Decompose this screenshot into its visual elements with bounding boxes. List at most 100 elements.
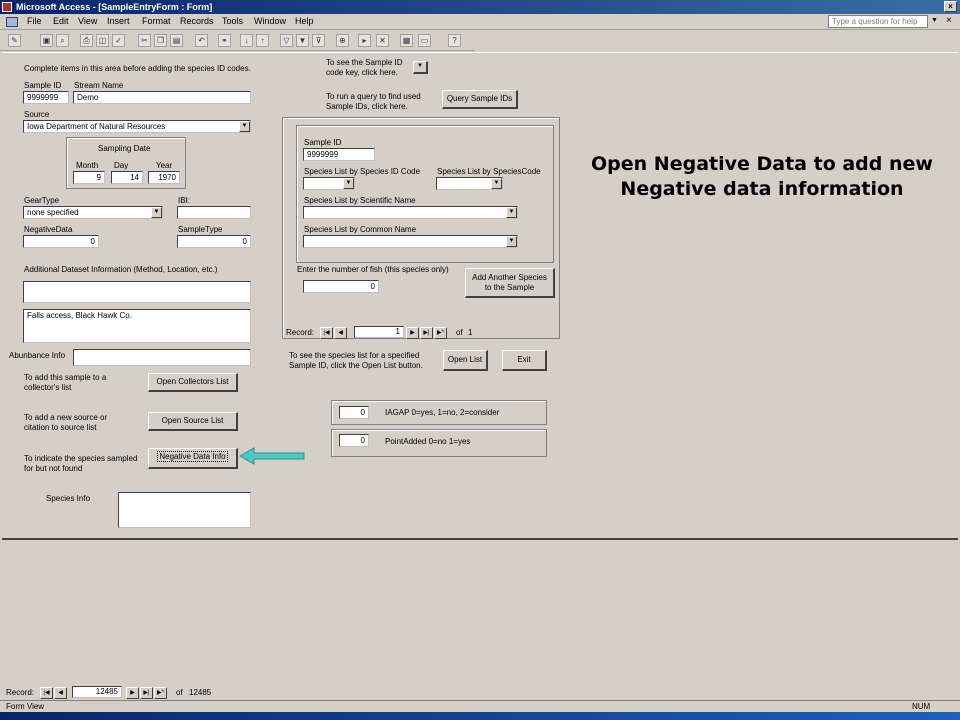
main-record-label: Record:: [6, 688, 35, 697]
open-list-text: To see the species list for a specified …: [289, 351, 423, 370]
location-field[interactable]: Falls access, Black Hawk Co.: [23, 309, 251, 343]
negative-data-info-button[interactable]: Negative Data Info: [148, 448, 238, 469]
sampletype-label: SampleType: [178, 225, 223, 234]
exit-button[interactable]: Exit: [502, 350, 547, 371]
by-id-code-combo[interactable]: ▼: [303, 177, 355, 190]
first-record-icon[interactable]: |◀: [320, 327, 333, 339]
new-record-nav-icon[interactable]: ▶*: [434, 327, 447, 339]
database-window-icon[interactable]: ▦: [400, 34, 413, 47]
previous-record-icon[interactable]: ◀: [54, 687, 67, 699]
status-bar: Form View NUM: [0, 700, 960, 712]
sort-ascending-icon[interactable]: ↓: [240, 34, 253, 47]
stream-name-field[interactable]: Demo: [73, 91, 251, 104]
paste-icon[interactable]: ▤: [170, 34, 183, 47]
iagap-field[interactable]: 0: [339, 406, 369, 419]
by-common-label: Species List by Common Name: [304, 225, 417, 234]
spelling-icon[interactable]: ✓: [112, 34, 125, 47]
filter-by-form-icon[interactable]: ▼: [296, 34, 309, 47]
open-source-list-button[interactable]: Open Source List: [148, 412, 238, 431]
new-object-icon[interactable]: ▭: [418, 34, 431, 47]
menu-window[interactable]: Window: [254, 16, 286, 26]
year-field[interactable]: 1970: [148, 171, 180, 184]
pointadded-field[interactable]: 0: [339, 434, 369, 447]
source-combo[interactable]: Iowa Department of Natural Resources ▼: [23, 120, 251, 133]
print-icon[interactable]: ⎙: [80, 34, 93, 47]
menu-file[interactable]: File: [27, 16, 42, 26]
find-icon[interactable]: ⊕: [336, 34, 349, 47]
last-record-icon[interactable]: ▶|: [140, 687, 153, 699]
main-record-current[interactable]: 12485: [72, 686, 122, 698]
view-icon[interactable]: ✎: [8, 34, 21, 47]
sub-record-total: 1: [468, 328, 473, 337]
by-common-combo[interactable]: ▼: [303, 235, 518, 248]
month-label: Month: [76, 161, 99, 170]
menu-format[interactable]: Format: [142, 16, 171, 26]
sub-record-current[interactable]: 1: [354, 326, 404, 338]
menu-view[interactable]: View: [78, 16, 97, 26]
chevron-down-icon[interactable]: ▼: [506, 236, 517, 247]
month-field[interactable]: 9: [73, 171, 105, 184]
negativedata-field[interactable]: 0: [23, 235, 99, 248]
form-area: Complete items in this area before addin…: [2, 52, 958, 540]
first-record-icon[interactable]: |◀: [40, 687, 53, 699]
geartype-value: none specified: [27, 208, 79, 217]
help-icon[interactable]: ?: [448, 34, 461, 47]
print-preview-icon[interactable]: ◫: [96, 34, 109, 47]
by-scientific-combo[interactable]: ▼: [303, 206, 518, 219]
query-sample-ids-button[interactable]: Query Sample IDs: [442, 90, 518, 109]
add-another-species-button[interactable]: Add Another Species to the Sample: [465, 268, 555, 298]
ibi-field[interactable]: [177, 206, 251, 219]
delete-record-icon[interactable]: ✕: [376, 34, 389, 47]
sample-id-field[interactable]: 9999999: [23, 91, 69, 104]
search-icon[interactable]: ⌕: [56, 34, 69, 47]
next-record-icon[interactable]: ▶: [126, 687, 139, 699]
menu-tools[interactable]: Tools: [222, 16, 243, 26]
abundance-field[interactable]: [73, 349, 251, 366]
close-form-icon[interactable]: ×: [946, 15, 952, 26]
geartype-label: GearType: [24, 196, 60, 205]
last-record-icon[interactable]: ▶|: [420, 327, 433, 339]
window-title: Microsoft Access - [SampleEntryForm : Fo…: [16, 2, 213, 12]
help-dropdown-icon[interactable]: ▼: [931, 17, 938, 24]
geartype-combo[interactable]: none specified ▼: [23, 206, 163, 219]
menu-records[interactable]: Records: [180, 16, 214, 26]
by-species-code-combo[interactable]: ▼: [436, 177, 503, 190]
chevron-down-icon[interactable]: ▼: [343, 178, 354, 189]
sampletype-field[interactable]: 0: [177, 235, 251, 248]
new-record-nav-icon[interactable]: ▶*: [154, 687, 167, 699]
new-record-icon[interactable]: ▸: [358, 34, 371, 47]
species-info-label: Species Info: [46, 494, 91, 503]
sub-sample-id-field[interactable]: 9999999: [303, 148, 375, 161]
previous-record-icon[interactable]: ◀: [334, 327, 347, 339]
next-record-icon[interactable]: ▶: [406, 327, 419, 339]
filter-by-selection-icon[interactable]: ▽: [280, 34, 293, 47]
help-question-input[interactable]: Type a question for help: [828, 15, 928, 28]
hyperlink-icon[interactable]: ⚭: [218, 34, 231, 47]
chevron-down-icon[interactable]: ▼: [151, 207, 162, 218]
species-info-field[interactable]: [118, 492, 251, 528]
open-collectors-list-button[interactable]: Open Collectors List: [148, 373, 238, 392]
sample-id-label: Sample ID: [24, 81, 62, 90]
day-field[interactable]: 14: [111, 171, 143, 184]
additional-info-field[interactable]: [23, 281, 251, 303]
menu-help[interactable]: Help: [295, 16, 314, 26]
chevron-down-icon[interactable]: ▼: [239, 121, 250, 132]
species-key-dropdown[interactable]: ▼: [413, 61, 428, 74]
sort-descending-icon[interactable]: ↑: [256, 34, 269, 47]
cut-icon[interactable]: ✂: [138, 34, 151, 47]
window-close-button[interactable]: ×: [944, 1, 957, 12]
menu-edit[interactable]: Edit: [53, 16, 69, 26]
menu-insert[interactable]: Insert: [107, 16, 130, 26]
apply-filter-icon[interactable]: ⊽: [312, 34, 325, 47]
year-label: Year: [156, 161, 173, 170]
copy-icon[interactable]: ❐: [154, 34, 167, 47]
ibi-label: IBI:: [178, 196, 191, 205]
arrow-icon: [238, 447, 305, 465]
chevron-down-icon[interactable]: ▼: [491, 178, 502, 189]
chevron-down-icon[interactable]: ▼: [506, 207, 517, 218]
save-icon[interactable]: ▣: [40, 34, 53, 47]
undo-icon[interactable]: ↶: [195, 34, 208, 47]
by-id-code-label: Species List by Species ID Code: [304, 167, 421, 176]
fish-count-field[interactable]: 0: [303, 280, 379, 293]
open-list-button[interactable]: Open List: [443, 350, 488, 371]
